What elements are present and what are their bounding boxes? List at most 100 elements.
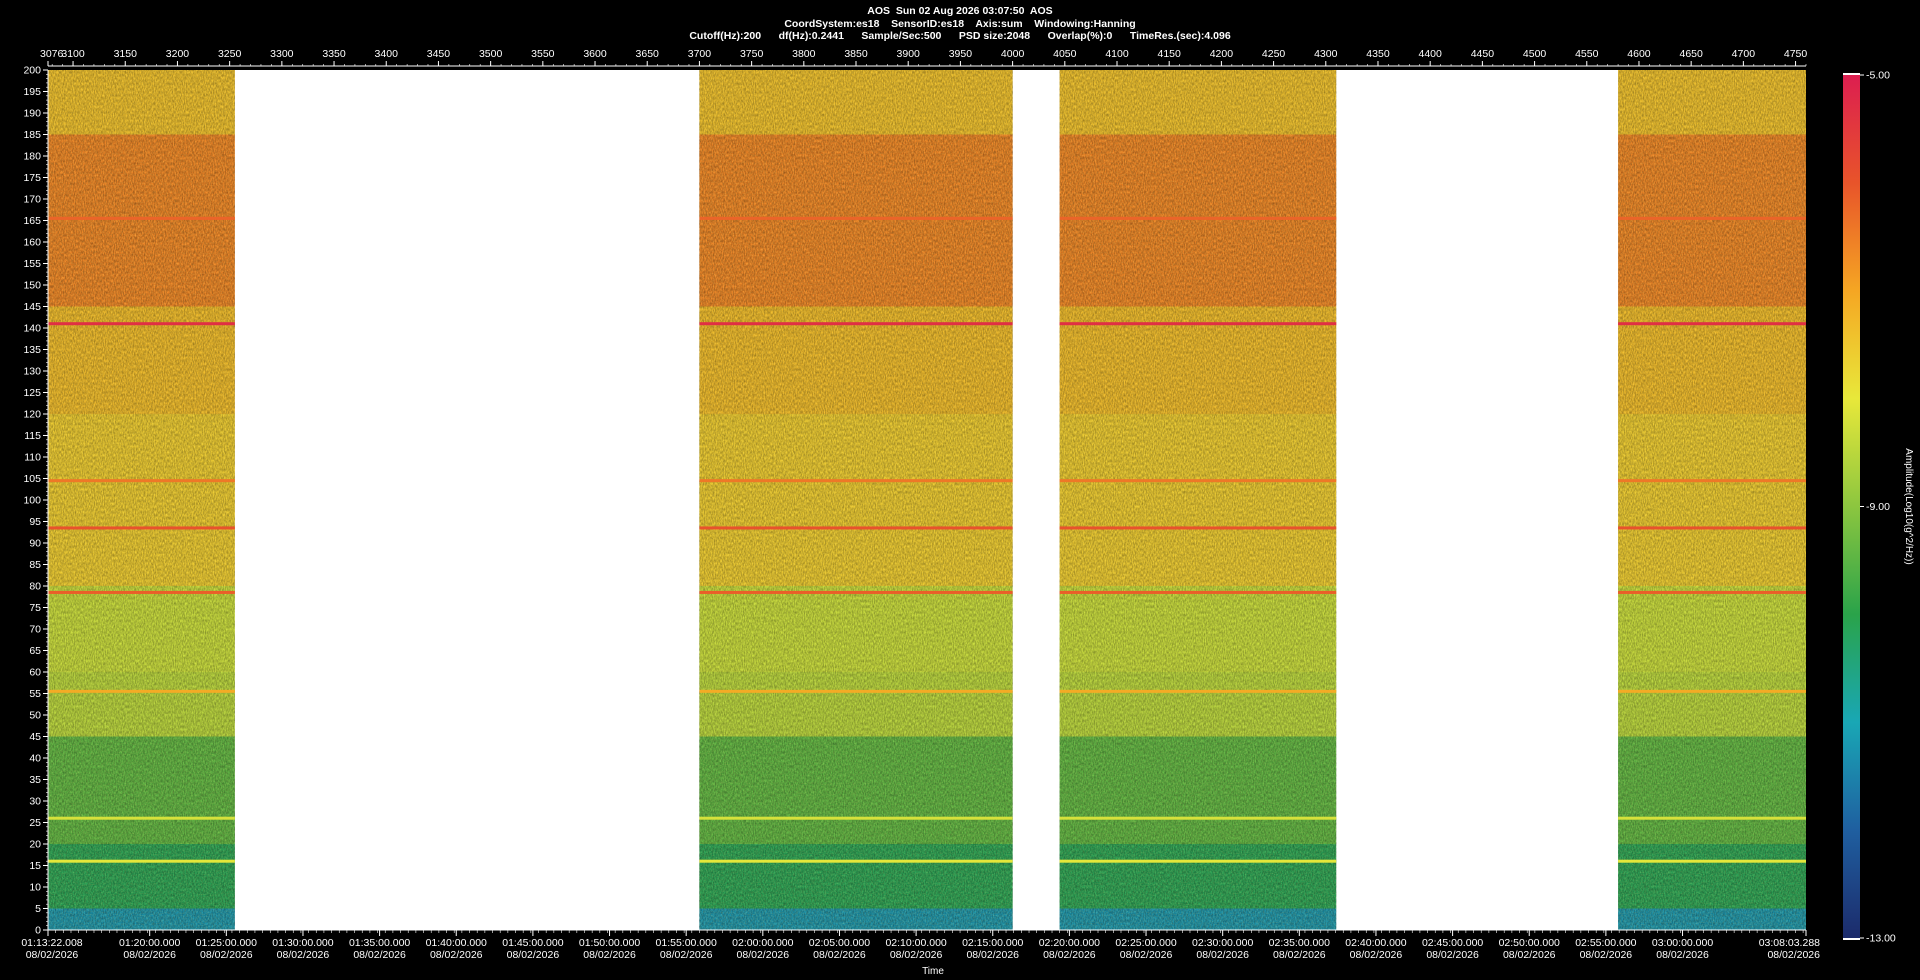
texture-dark xyxy=(699,70,1013,930)
tonal-line xyxy=(48,859,235,863)
top-tick-label: 4000 xyxy=(1001,48,1025,60)
tonal-line xyxy=(48,526,235,530)
y-tick-label: 65 xyxy=(29,645,41,657)
top-tick-label: 3200 xyxy=(166,48,190,60)
time-tick-label: 02:40:00.000 xyxy=(1345,937,1406,949)
y-tick-label: 120 xyxy=(23,409,41,421)
time-tick-label: 02:05:00.000 xyxy=(809,937,870,949)
data-segment-0 xyxy=(48,70,235,930)
date-tick-label: 08/02/2026 xyxy=(1120,949,1173,961)
y-tick-label: 20 xyxy=(29,839,41,851)
date-tick-label: 08/02/2026 xyxy=(1767,949,1820,961)
tonal-line xyxy=(48,479,235,483)
top-tick-label: 4200 xyxy=(1210,48,1234,60)
tonal-line xyxy=(1059,216,1337,220)
tonal-line xyxy=(699,216,1013,220)
y-tick-label: 75 xyxy=(29,602,41,614)
y-tick-label: 165 xyxy=(23,215,41,227)
tonal-line xyxy=(1059,526,1337,530)
date-tick-label: 08/02/2026 xyxy=(430,949,483,961)
texture-dark xyxy=(48,70,235,930)
time-tick-label: 01:50:00.000 xyxy=(579,937,640,949)
y-tick-label: 35 xyxy=(29,774,41,786)
y-tick-label: 105 xyxy=(23,473,41,485)
tonal-line xyxy=(1618,526,1806,530)
date-tick-label: 08/02/2026 xyxy=(26,949,79,961)
top-tick-label: 4300 xyxy=(1314,48,1338,60)
top-tick-label: 4400 xyxy=(1419,48,1443,60)
y-tick-label: 115 xyxy=(24,430,41,442)
y-tick-label: 60 xyxy=(29,667,41,679)
time-tick-label: 02:35:00.000 xyxy=(1269,937,1330,949)
y-tick-label: 135 xyxy=(23,344,41,356)
tonal-line xyxy=(48,689,235,693)
time-tick-label: 01:40:00.000 xyxy=(426,937,487,949)
tonal-line xyxy=(699,322,1013,326)
date-tick-label: 08/02/2026 xyxy=(353,949,406,961)
y-tick-label: 180 xyxy=(23,151,41,163)
colorbar-tick-label: -9.00 xyxy=(1866,501,1890,513)
time-tick-label: 01:25:00.000 xyxy=(196,937,257,949)
top-tick-label: 4450 xyxy=(1471,48,1495,60)
y-tick-label: 45 xyxy=(29,731,41,743)
y-tick-label: 30 xyxy=(29,796,41,808)
top-tick-label: 3850 xyxy=(844,48,868,60)
colorbar-label: Amplitude(Log10(g^2/Hz)) xyxy=(1903,448,1914,564)
x-axis-label: Time xyxy=(922,966,944,977)
time-tick-label: 02:45:00.000 xyxy=(1422,937,1483,949)
date-tick-label: 08/02/2026 xyxy=(1503,949,1556,961)
tonal-line xyxy=(699,479,1013,483)
time-tick-label: 01:35:00.000 xyxy=(349,937,410,949)
top-tick-label: 3550 xyxy=(531,48,555,60)
tonal-line xyxy=(699,526,1013,530)
y-tick-label: 175 xyxy=(23,172,41,184)
colorbar-top-marker xyxy=(1843,73,1860,75)
time-tick-label: 02:25:00.000 xyxy=(1115,937,1176,949)
y-tick-label: 80 xyxy=(29,581,41,593)
y-tick-label: 185 xyxy=(23,129,41,141)
y-tick-label: 200 xyxy=(23,65,41,77)
date-tick-label: 08/02/2026 xyxy=(1043,949,1096,961)
y-tick-label: 170 xyxy=(23,194,41,206)
top-tick-label: 3800 xyxy=(792,48,816,60)
time-tick-label: 01:55:00.000 xyxy=(656,937,717,949)
date-tick-label: 08/02/2026 xyxy=(583,949,636,961)
top-tick-label: 4350 xyxy=(1366,48,1390,60)
date-tick-label: 08/02/2026 xyxy=(200,949,253,961)
time-tick-label: 03:00:00.000 xyxy=(1652,937,1713,949)
y-tick-label: 95 xyxy=(29,516,41,528)
time-tick-label: 02:15:00.000 xyxy=(962,937,1023,949)
top-tick-label: 3750 xyxy=(740,48,764,60)
tonal-line xyxy=(1618,479,1806,483)
data-segment-2 xyxy=(1059,70,1337,930)
y-tick-label: 90 xyxy=(29,538,41,550)
top-tick-label: 3500 xyxy=(479,48,503,60)
date-tick-label: 08/02/2026 xyxy=(1350,949,1403,961)
date-tick-label: 08/02/2026 xyxy=(660,949,713,961)
texture-dark xyxy=(1618,70,1806,930)
tonal-line xyxy=(1618,859,1806,863)
date-tick-label: 08/02/2026 xyxy=(966,949,1019,961)
date-tick-label: 08/02/2026 xyxy=(1580,949,1633,961)
colorbar-tick-label: -5.00 xyxy=(1866,70,1890,82)
tonal-line xyxy=(1618,216,1806,220)
texture-dark xyxy=(1059,70,1337,930)
time-tick-label: 02:10:00.000 xyxy=(885,937,946,949)
tonal-line xyxy=(1059,859,1337,863)
date-tick-label: 08/02/2026 xyxy=(507,949,560,961)
top-tick-label: 4600 xyxy=(1627,48,1651,60)
date-tick-label: 08/02/2026 xyxy=(890,949,943,961)
y-tick-label: 190 xyxy=(23,108,41,120)
y-tick-label: 25 xyxy=(29,817,41,829)
date-tick-label: 08/02/2026 xyxy=(1196,949,1249,961)
tonal-line xyxy=(1059,590,1337,594)
top-tick-label: 3100 xyxy=(61,48,85,60)
time-tick-label: 01:45:00.000 xyxy=(502,937,563,949)
time-tick-label: 01:13:22.008 xyxy=(21,937,82,949)
y-tick-label: 70 xyxy=(29,624,41,636)
tonal-line xyxy=(1618,689,1806,693)
tonal-line xyxy=(1059,322,1337,326)
time-tick-label: 01:20:00.000 xyxy=(119,937,180,949)
data-segment-1 xyxy=(699,70,1013,930)
top-tick-label: 3250 xyxy=(218,48,242,60)
